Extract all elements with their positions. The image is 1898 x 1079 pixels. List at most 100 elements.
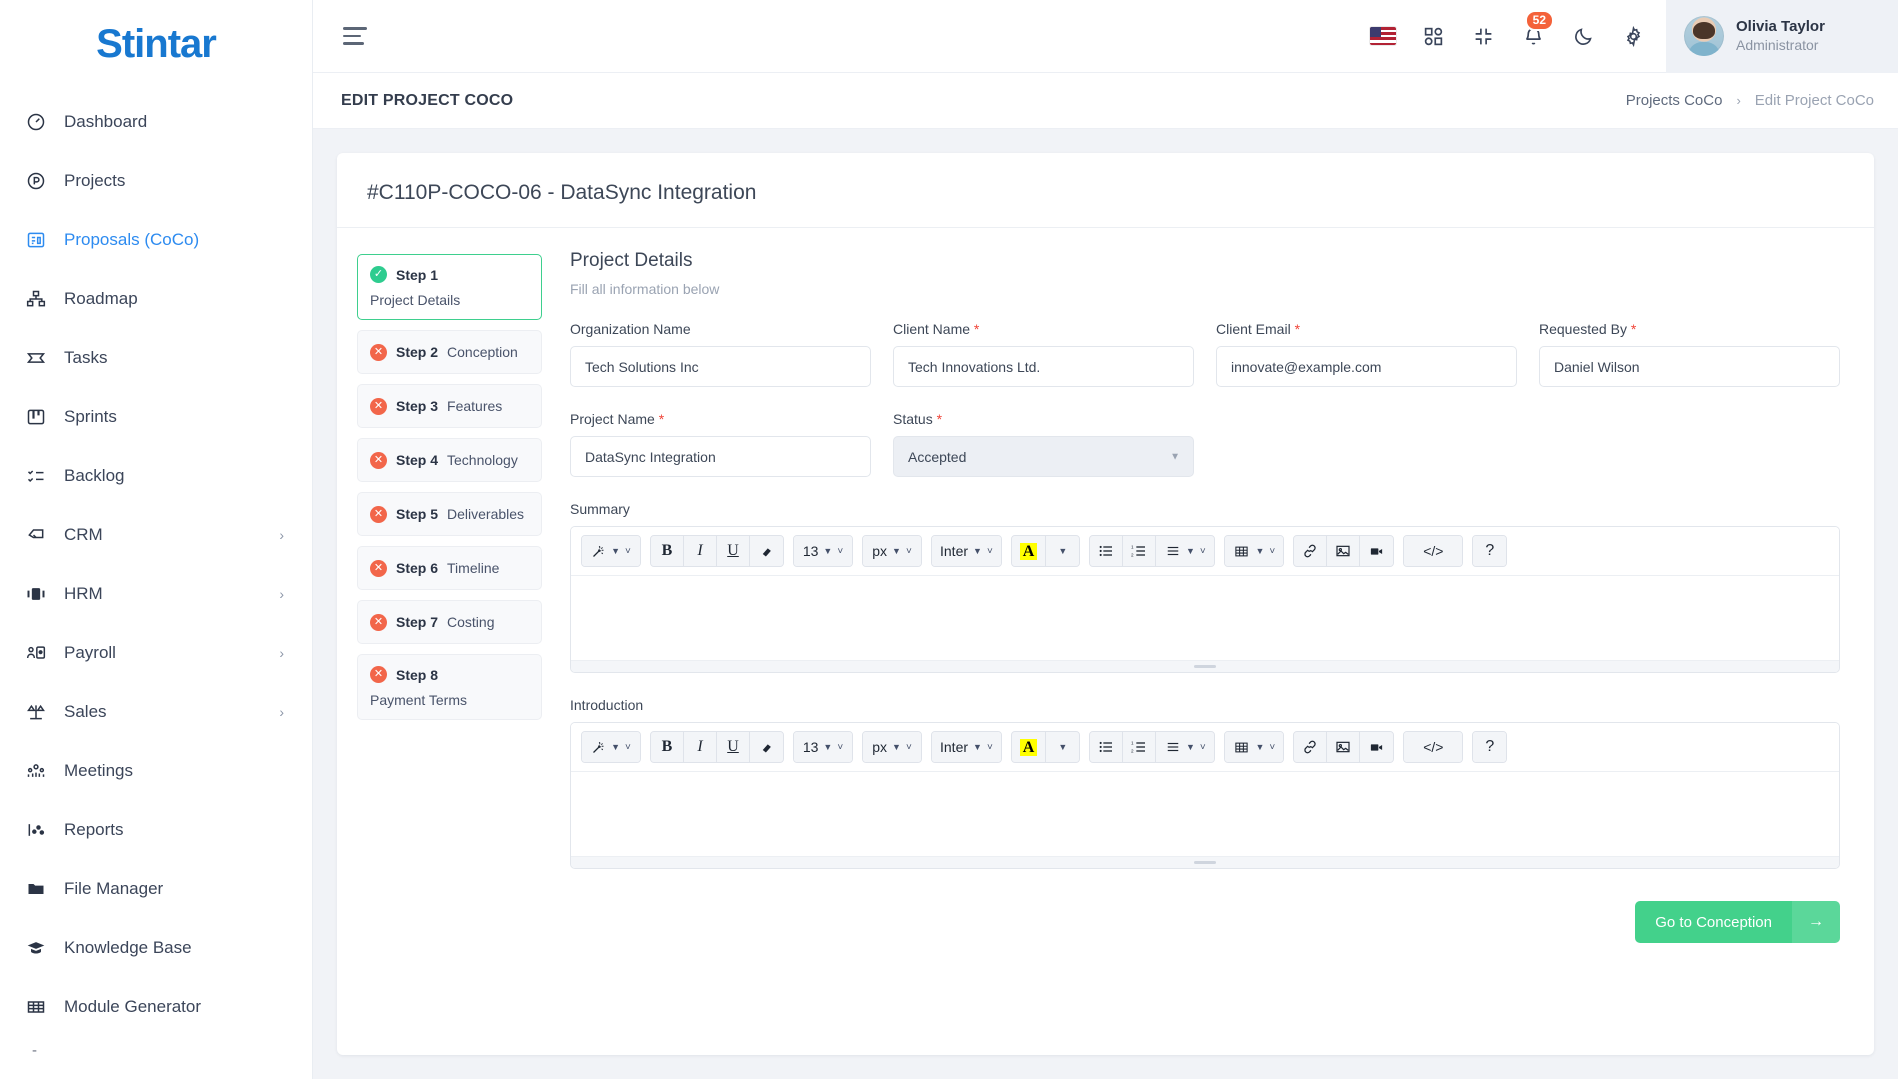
step-item-2[interactable]: ✕ Step 2 Conception: [357, 330, 542, 374]
collapse-screen-icon[interactable]: [1458, 0, 1508, 73]
step-item-1[interactable]: ✓ Step 1 Project Details: [357, 254, 542, 320]
introduction-resize-handle[interactable]: [571, 856, 1839, 868]
chevron-down-icon: ˅: [905, 545, 912, 557]
table-icon[interactable]: ▼ ˅: [1225, 536, 1284, 566]
help-icon[interactable]: ?: [1473, 732, 1507, 762]
sidebar-item-payroll[interactable]: Payroll ›: [0, 623, 312, 682]
bold-button[interactable]: B: [651, 732, 684, 762]
image-icon[interactable]: [1327, 536, 1361, 566]
sidebar-item-projects[interactable]: Projects: [0, 151, 312, 210]
link-icon[interactable]: [1294, 536, 1328, 566]
bullet-list-icon[interactable]: [1090, 536, 1124, 566]
sidebar-item-meetings[interactable]: Meetings: [0, 741, 312, 800]
brand-logo[interactable]: Stintar: [0, 0, 312, 88]
font-family-select[interactable]: Inter ▼ ˅: [932, 536, 1001, 566]
highlight-color-dropdown[interactable]: ▼: [1046, 732, 1080, 762]
go-to-conception-button[interactable]: Go to Conception →: [1635, 901, 1840, 943]
align-icon[interactable]: ▼ ˅: [1156, 536, 1215, 566]
next-button-label: Go to Conception: [1655, 913, 1772, 931]
font-family-select[interactable]: Inter ▼ ˅: [932, 732, 1001, 762]
sidebar-item-tasks[interactable]: Tasks: [0, 328, 312, 387]
unit-select[interactable]: px ▼ ˅: [863, 536, 921, 566]
gear-icon[interactable]: [1608, 0, 1658, 73]
code-icon[interactable]: </>: [1404, 536, 1463, 566]
text-highlight-icon[interactable]: A: [1011, 732, 1047, 762]
handshake-icon: [26, 524, 52, 546]
sidebar-item-hrm[interactable]: HRM ›: [0, 564, 312, 623]
sidebar-item-file-manager[interactable]: File Manager: [0, 859, 312, 918]
numbered-list-icon[interactable]: 12: [1123, 536, 1157, 566]
font-size-select[interactable]: 13 ▼ ˅: [794, 732, 852, 762]
font-family-value: Inter: [940, 739, 969, 755]
caret-down-small-icon: ▼: [892, 742, 901, 752]
underline-button[interactable]: U: [717, 732, 750, 762]
sidebar-item-backlog[interactable]: Backlog: [0, 446, 312, 505]
italic-button[interactable]: I: [684, 536, 717, 566]
step-list: ✓ Step 1 Project Details ✕ Step 2 Concep…: [357, 250, 542, 973]
status-select[interactable]: Accepted ▼: [893, 436, 1194, 477]
step-number: Step 4: [396, 452, 439, 468]
code-icon[interactable]: </>: [1404, 732, 1463, 762]
highlight-color-dropdown[interactable]: ▼: [1046, 536, 1080, 566]
unit-select[interactable]: px ▼ ˅: [863, 732, 921, 762]
sidebar-item-knowledge-base[interactable]: Knowledge Base: [0, 918, 312, 977]
status-selected-value: Accepted: [908, 448, 967, 465]
magic-wand-icon[interactable]: ▼ ˅: [582, 732, 640, 762]
underline-button[interactable]: U: [717, 536, 750, 566]
text-highlight-icon[interactable]: A: [1011, 536, 1047, 566]
project-name-input[interactable]: [570, 436, 871, 477]
help-icon[interactable]: ?: [1473, 536, 1507, 566]
introduction-textarea[interactable]: [571, 772, 1839, 856]
step-number: Step 2: [396, 344, 439, 360]
sidebar-item-roadmap[interactable]: Roadmap: [0, 269, 312, 328]
summary-resize-handle[interactable]: [571, 660, 1839, 672]
step-item-4[interactable]: ✕ Step 4 Technology: [357, 438, 542, 482]
eraser-icon[interactable]: [750, 536, 783, 566]
step-item-7[interactable]: ✕ Step 7 Costing: [357, 600, 542, 644]
bold-button[interactable]: B: [651, 536, 684, 566]
requested-by-input[interactable]: [1539, 346, 1840, 387]
unit-value: px: [872, 543, 888, 559]
align-icon[interactable]: ▼ ˅: [1156, 732, 1215, 762]
eraser-icon[interactable]: [750, 732, 783, 762]
sidebar-item-crm[interactable]: CRM ›: [0, 505, 312, 564]
numbered-list-icon[interactable]: 12: [1123, 732, 1157, 762]
bullet-list-icon[interactable]: [1090, 732, 1124, 762]
video-icon[interactable]: [1360, 536, 1394, 566]
link-icon[interactable]: [1294, 732, 1328, 762]
toolbar-group-highlight: A ▼: [1010, 535, 1081, 567]
image-icon[interactable]: [1327, 732, 1361, 762]
step-item-8[interactable]: ✕ Step 8 Payment Terms: [357, 654, 542, 720]
hamburger-icon[interactable]: [343, 21, 373, 51]
sidebar-item-proposals[interactable]: Proposals (CoCo): [0, 210, 312, 269]
brand-name: Stintar: [96, 21, 217, 66]
notifications-button[interactable]: 52: [1508, 0, 1558, 73]
sidebar: Stintar Dashboard Projects Proposals (Co…: [0, 0, 313, 1079]
sidebar-item-dashboard[interactable]: Dashboard: [0, 92, 312, 151]
step-item-5[interactable]: ✕ Step 5 Deliverables: [357, 492, 542, 536]
table-icon[interactable]: ▼ ˅: [1225, 732, 1284, 762]
step-item-6[interactable]: ✕ Step 6 Timeline: [357, 546, 542, 590]
sidebar-item-module-generator[interactable]: Module Generator: [0, 977, 312, 1036]
chevron-down-icon: ˅: [837, 741, 844, 753]
step-item-3[interactable]: ✕ Step 3 Features: [357, 384, 542, 428]
moon-icon[interactable]: [1558, 0, 1608, 73]
client-name-input[interactable]: [893, 346, 1194, 387]
error-circle-icon: ✕: [370, 559, 387, 577]
breadcrumb-parent[interactable]: Projects CoCo: [1626, 92, 1723, 109]
font-size-select[interactable]: 13 ▼ ˅: [794, 536, 852, 566]
client-email-input[interactable]: [1216, 346, 1517, 387]
video-icon[interactable]: [1360, 732, 1394, 762]
apps-grid-icon[interactable]: [1408, 0, 1458, 73]
hierarchy-icon: [26, 288, 52, 310]
organization-name-input[interactable]: [570, 346, 871, 387]
step-number: Step 5: [396, 506, 439, 522]
sidebar-item-reports[interactable]: Reports: [0, 800, 312, 859]
language-selector[interactable]: [1358, 0, 1408, 73]
user-menu[interactable]: Olivia Taylor Administrator: [1666, 0, 1898, 73]
sidebar-item-sales[interactable]: Sales ›: [0, 682, 312, 741]
magic-wand-icon[interactable]: ▼ ˅: [582, 536, 640, 566]
sidebar-item-sprints[interactable]: Sprints: [0, 387, 312, 446]
italic-button[interactable]: I: [684, 732, 717, 762]
summary-textarea[interactable]: [571, 576, 1839, 660]
